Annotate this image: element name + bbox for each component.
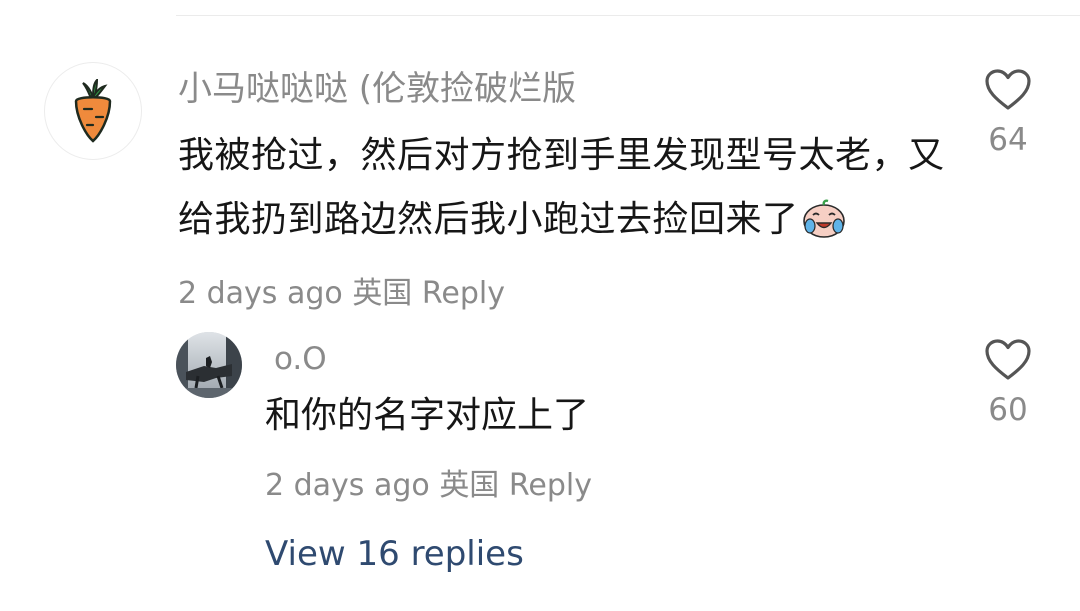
heart-icon — [985, 69, 1031, 110]
crying-face-emoji-icon — [801, 196, 847, 260]
like-count: 60 — [988, 392, 1028, 428]
reply-item: o.O 和你的名字对应上了 2 days ago 英国 Reply 60 — [0, 330, 1080, 510]
like-button[interactable]: 60 — [968, 338, 1048, 428]
reply-meta: 2 days ago 英国 Reply — [265, 460, 592, 504]
like-button[interactable]: 64 — [968, 68, 1048, 158]
reply-location: 英国 — [439, 468, 500, 503]
reply-avatar-image — [176, 332, 242, 398]
comment-text: 我被抢过，然后对方抢到手里发现型号太老，又给我扔到路边然后我小跑过去捡回来了 2… — [178, 124, 958, 326]
reply-button[interactable]: Reply — [422, 276, 505, 311]
avatar[interactable] — [176, 332, 242, 398]
divider — [176, 15, 1080, 16]
reply-time: 2 days ago — [265, 468, 430, 503]
carrot-icon — [74, 79, 112, 143]
heart-icon — [985, 339, 1031, 380]
reply-username[interactable]: o.O — [274, 340, 327, 378]
comment-location: 英国 — [352, 276, 413, 311]
like-count: 64 — [988, 122, 1028, 158]
comment-item: 小马哒哒哒 (伦敦捡破烂版 我被抢过，然后对方抢到手里发现型号太老，又给我扔到路… — [0, 60, 1080, 311]
avatar[interactable] — [44, 62, 142, 160]
comment-meta: 2 days ago 英国 Reply — [178, 276, 505, 311]
reply-button[interactable]: Reply — [509, 468, 592, 503]
comment-username[interactable]: 小马哒哒哒 (伦敦捡破烂版 — [178, 68, 576, 110]
comment-time: 2 days ago — [178, 276, 343, 311]
view-replies-link[interactable]: View 16 replies — [265, 532, 524, 576]
reply-text: 和你的名字对应上了 — [265, 395, 590, 436]
